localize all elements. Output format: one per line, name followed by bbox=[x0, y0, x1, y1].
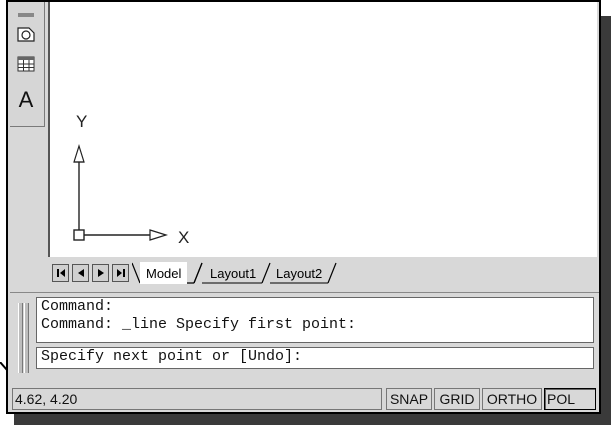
command-window-grip-2[interactable] bbox=[24, 303, 29, 373]
snap-button[interactable]: SNAP bbox=[386, 388, 432, 410]
layout-tab-bar: Model Layout1 Layout2 bbox=[48, 262, 597, 286]
prev-tab-button[interactable] bbox=[72, 264, 89, 282]
command-input[interactable]: Specify next point or [Undo]: bbox=[36, 347, 594, 369]
grid-button[interactable]: GRID bbox=[434, 388, 480, 410]
ucs-icon bbox=[73, 143, 169, 241]
draw-toolbar: A bbox=[10, 2, 45, 127]
command-window-grip[interactable] bbox=[18, 303, 23, 373]
prev-icon bbox=[77, 269, 84, 277]
autocad-window: A Y X Model Layout1 Layout2 Command: Com… bbox=[6, 0, 601, 414]
ucs-x-label: X bbox=[178, 228, 190, 247]
tab-layout2[interactable]: Layout2 bbox=[270, 262, 328, 284]
first-icon bbox=[56, 269, 65, 277]
command-history[interactable]: Command: Command: _line Specify first po… bbox=[36, 297, 594, 343]
region-icon[interactable] bbox=[14, 22, 38, 46]
multiline-text-icon[interactable]: A bbox=[14, 87, 38, 112]
last-icon bbox=[116, 269, 125, 277]
command-history-line: Command: _line Specify first point: bbox=[41, 316, 357, 333]
next-icon bbox=[97, 269, 104, 277]
status-bar: 4.62, 4.20 SNAP GRID ORTHO POL bbox=[10, 386, 599, 412]
command-history-line: Command: bbox=[41, 298, 114, 315]
command-prompt: Specify next point or [Undo]: bbox=[41, 348, 303, 365]
tab-model[interactable]: Model bbox=[140, 262, 188, 284]
tab-layout1[interactable]: Layout1 bbox=[204, 262, 262, 284]
drawing-area[interactable]: Y X bbox=[48, 2, 597, 257]
next-tab-button[interactable] bbox=[92, 264, 109, 282]
ortho-button[interactable]: ORTHO bbox=[482, 388, 542, 410]
command-window: Command: Command: _line Specify first po… bbox=[10, 292, 599, 383]
last-tab-button[interactable] bbox=[112, 264, 129, 282]
first-tab-button[interactable] bbox=[52, 264, 69, 282]
coordinate-display[interactable]: 4.62, 4.20 bbox=[12, 388, 382, 410]
polar-button[interactable]: POL bbox=[544, 388, 596, 410]
table-icon[interactable] bbox=[14, 52, 38, 76]
